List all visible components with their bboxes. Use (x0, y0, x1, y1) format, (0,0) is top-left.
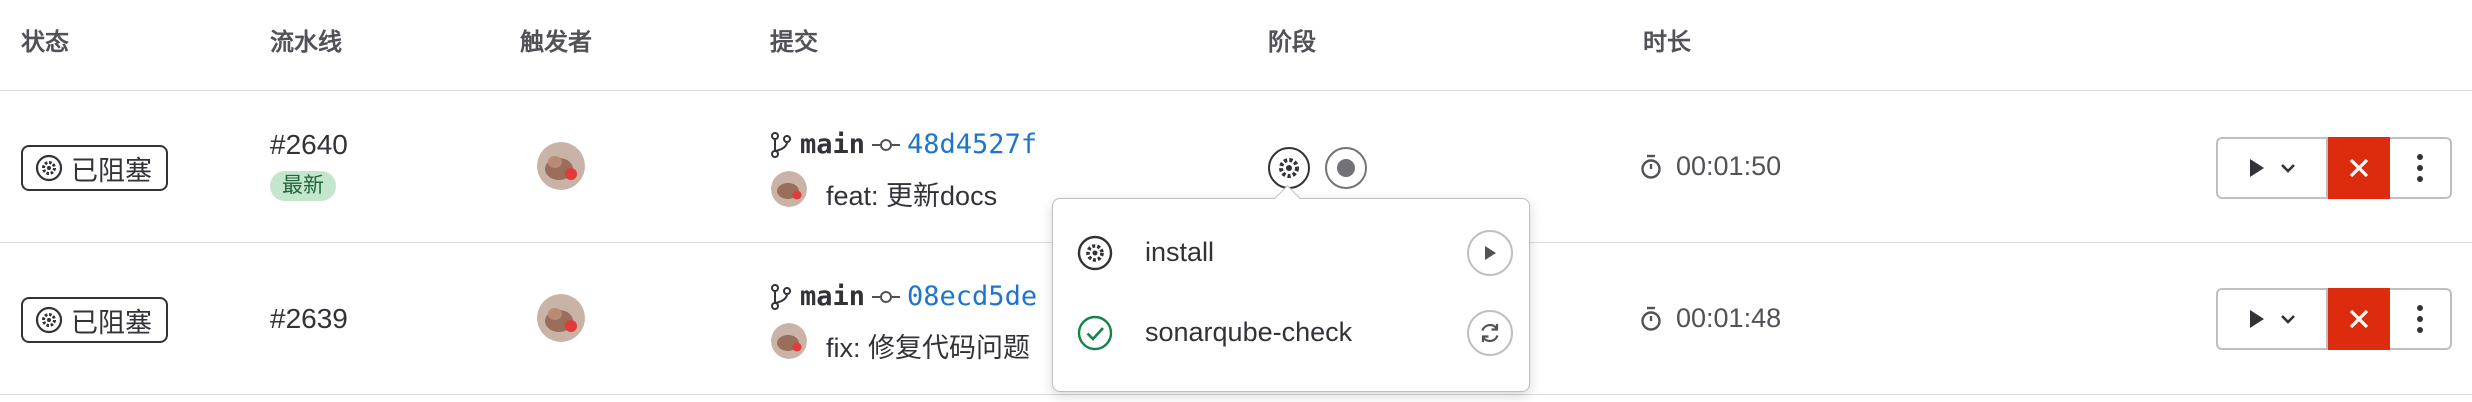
header-stages: 阶段 (1268, 29, 1316, 56)
gear-icon (1279, 158, 1299, 178)
commit-author-avatar[interactable] (771, 323, 807, 359)
duration: 00:01:50 (1640, 151, 1781, 182)
more-actions-button[interactable] (2390, 137, 2452, 199)
commit-ref: main 08ecd5de (770, 281, 1037, 312)
play-icon (2250, 159, 2264, 177)
check-circle-icon (1077, 315, 1113, 351)
gear-icon (35, 306, 63, 334)
chevron-down-icon (2281, 315, 2295, 324)
commit-icon (872, 290, 901, 303)
status-label: 已阻塞 (71, 307, 152, 338)
branch-icon (771, 131, 791, 158)
header-pipeline: 流水线 (270, 29, 342, 56)
ellipsis-v-icon (2417, 305, 2423, 333)
commit-message-link[interactable]: fix: 修复代码问题 (826, 326, 1030, 365)
play-icon (1485, 246, 1496, 260)
job-item-install[interactable]: install (1053, 213, 1531, 293)
close-icon (2349, 309, 2369, 329)
run-manual-job-dropdown[interactable] (2216, 288, 2328, 350)
status-label: 已阻塞 (71, 155, 152, 186)
header-commit: 提交 (770, 29, 818, 56)
close-icon (2349, 158, 2369, 178)
timer-icon (1641, 154, 1661, 179)
latest-badge: 最新 (270, 171, 336, 201)
row-actions (2216, 137, 2452, 199)
branch-name-link[interactable]: main (800, 129, 865, 160)
job-name: install (1145, 237, 1215, 267)
header-triggerer: 触发者 (520, 29, 592, 56)
run-manual-job-dropdown[interactable] (2216, 137, 2328, 199)
avatar[interactable] (537, 294, 585, 342)
header-status: 状态 (21, 29, 69, 56)
play-icon (2250, 310, 2264, 328)
row-actions (2216, 288, 2452, 350)
stage-jobs-dropdown: install sonarqube-check (1052, 185, 1531, 392)
duration-value: 00:01:50 (1676, 151, 1782, 181)
retry-icon (1481, 323, 1499, 343)
commit-sha-link[interactable]: 08ecd5de (907, 281, 1037, 312)
circle-dot-icon (1337, 159, 1355, 177)
table-header: 状态 流水线 触发者 提交 阶段 时长 (0, 0, 2472, 91)
cancel-pipeline-button[interactable] (2328, 137, 2390, 199)
gear-icon (35, 154, 63, 182)
more-actions-button[interactable] (2390, 288, 2452, 350)
status-badge[interactable]: 已阻塞 (21, 145, 168, 191)
pipeline-id-link[interactable]: #2640 (270, 129, 348, 161)
job-name: sonarqube-check (1145, 317, 1353, 347)
commit-sha-link[interactable]: 48d4527f (907, 129, 1037, 160)
commit-message-link[interactable]: feat: 更新docs (826, 174, 997, 213)
cancel-pipeline-button[interactable] (2328, 288, 2390, 350)
chevron-down-icon (2281, 164, 2295, 173)
duration: 00:01:48 (1640, 303, 1781, 334)
commit-author-avatar[interactable] (771, 171, 807, 207)
job-play-button[interactable] (1467, 230, 1513, 276)
timer-icon (1641, 306, 1661, 331)
pipeline-id-link[interactable]: #2639 (270, 303, 348, 335)
gear-status-icon (1077, 235, 1113, 271)
status-badge[interactable]: 已阻塞 (21, 297, 168, 343)
duration-value: 00:01:48 (1676, 303, 1782, 333)
job-retry-button[interactable] (1467, 310, 1513, 356)
stage-manual-button[interactable] (1268, 147, 1310, 189)
commit-ref: main 48d4527f (770, 129, 1037, 160)
ellipsis-v-icon (2417, 154, 2423, 182)
commit-icon (872, 138, 901, 151)
avatar[interactable] (537, 142, 585, 190)
stage-created-button[interactable] (1325, 147, 1367, 189)
branch-icon (771, 283, 791, 310)
branch-name-link[interactable]: main (800, 281, 865, 312)
job-item-sonarqube-check[interactable]: sonarqube-check (1053, 293, 1531, 373)
header-duration: 时长 (1643, 29, 1691, 56)
